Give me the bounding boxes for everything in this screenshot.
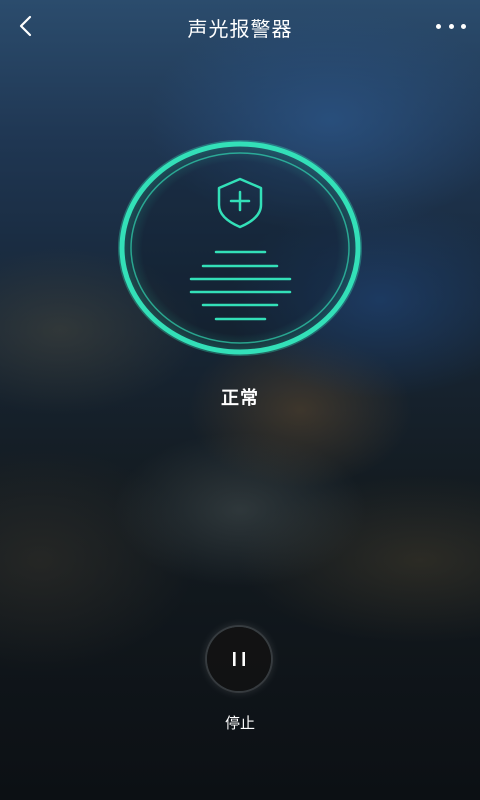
top-bar: 声光报警器 <box>0 0 480 56</box>
pause-icon <box>233 652 245 666</box>
alarm-status-ring <box>115 137 365 359</box>
more-dot <box>448 23 454 29</box>
more-dot <box>461 23 466 29</box>
page-title: 声光报警器 <box>187 17 293 41</box>
status-text: 正常 <box>221 388 259 409</box>
more-button[interactable] <box>436 14 466 38</box>
more-dots-icon <box>436 23 441 29</box>
stop-label: 停止 <box>224 714 255 732</box>
outer-ring <box>119 141 361 355</box>
stop-button[interactable] <box>207 627 271 691</box>
